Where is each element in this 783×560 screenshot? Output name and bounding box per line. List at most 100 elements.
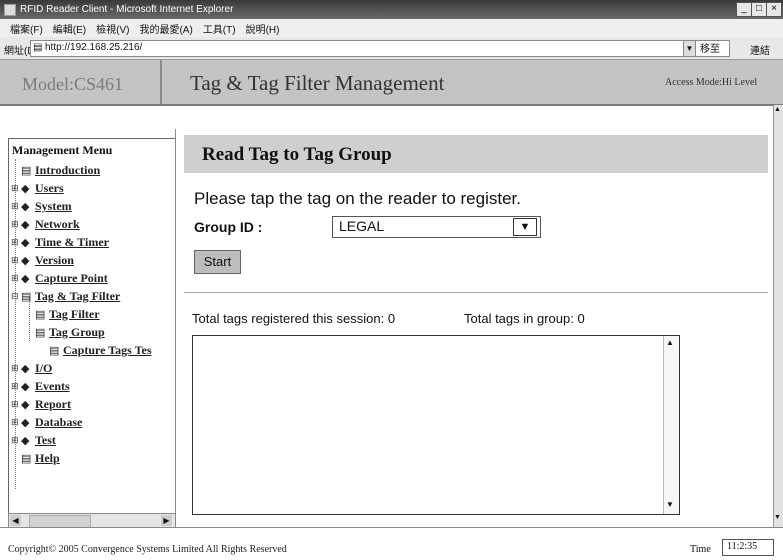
menu-bar: 檔案(F) 編輯(E) 檢視(V) 我的最愛(A) 工具(T) 說明(H) (0, 19, 783, 37)
menu-title: Management Menu (12, 143, 113, 157)
expand-icon[interactable]: ⊞ (11, 417, 19, 428)
sidebar-item-help[interactable]: Help (35, 451, 60, 466)
page-header: Model:CS461 Tag & Tag Filter Management … (0, 60, 783, 106)
address-bar: 網址(D) ▤ http://192.168.25.216/ ▼ 移至 連結 (0, 37, 783, 60)
start-button[interactable]: Start (194, 250, 241, 274)
sidebar-item-version[interactable]: Version (35, 253, 74, 268)
open-folder-icon: ▤ (21, 291, 32, 303)
sidebar-item-introduction[interactable]: Introduction (35, 163, 100, 178)
folder-icon: ◆ (21, 219, 30, 231)
expand-icon[interactable]: ⊞ (11, 399, 19, 410)
time-value: 11:2:35 (727, 541, 758, 552)
menu-file[interactable]: 檔案(F) (10, 21, 43, 36)
expand-icon[interactable]: ⊞ (11, 435, 19, 446)
expand-icon[interactable]: ⊞ (11, 237, 19, 248)
page-vertical-scrollbar[interactable]: ▲ ▼ (773, 105, 783, 527)
page-icon: ▤ (35, 327, 46, 339)
window-title-bar: RFID Reader Client - Microsoft Internet … (0, 0, 783, 19)
folder-icon: ◆ (21, 273, 30, 285)
scroll-up-icon[interactable]: ▲ (666, 338, 674, 347)
model-label: Model:CS461 (22, 74, 124, 94)
address-dropdown-icon[interactable]: ▼ (683, 40, 696, 57)
sidebar-item-system[interactable]: System (35, 199, 72, 214)
access-mode-label: Access Mode:Hi Level (665, 77, 758, 88)
folder-icon: ◆ (21, 417, 30, 429)
sidebar-item-events[interactable]: Events (35, 379, 70, 394)
expand-icon[interactable]: ⊞ (11, 219, 19, 230)
sidebar-item-capture-point[interactable]: Capture Point (35, 271, 108, 286)
menu-edit[interactable]: 編輯(E) (53, 21, 86, 36)
sidebar-item-users[interactable]: Users (35, 181, 64, 196)
sidebar-item-time-timer[interactable]: Time & Timer (35, 235, 109, 250)
sidebar-item-network[interactable]: Network (35, 217, 80, 232)
management-menu: Management Menu ▤ Introduction ⊞ ◆ Users… (8, 138, 177, 515)
scroll-right-icon[interactable]: ▶ (161, 515, 172, 526)
group-id-select[interactable]: LEGAL ▼ (332, 216, 541, 238)
sidebar-item-test[interactable]: Test (35, 433, 56, 448)
main-panel: Read Tag to Tag Group Please tap the tag… (175, 129, 774, 527)
group-id-value: LEGAL (339, 218, 385, 234)
scroll-down-icon[interactable]: ▼ (774, 513, 781, 521)
section-heading: Read Tag to Tag Group (202, 144, 392, 165)
collapse-icon[interactable]: ⊟ (11, 291, 19, 302)
expand-icon[interactable]: ⊞ (11, 381, 19, 392)
page-icon: ▤ (21, 165, 32, 177)
expand-icon[interactable]: ⊞ (11, 363, 19, 374)
expand-icon[interactable]: ⊞ (11, 273, 19, 284)
folder-icon: ◆ (21, 237, 30, 249)
close-button[interactable]: × (766, 2, 782, 17)
expand-icon[interactable]: ⊞ (11, 183, 19, 194)
sidebar-item-report[interactable]: Report (35, 397, 71, 412)
menu-favorites[interactable]: 我的最愛(A) (139, 21, 192, 36)
page-icon: ▤ (21, 453, 32, 465)
time-field: 11:2:35 (722, 539, 774, 556)
dropdown-arrow-icon[interactable]: ▼ (513, 218, 537, 236)
sidebar-item-io[interactable]: I/O (35, 361, 52, 376)
sidebar-item-capture-tags-test[interactable]: Capture Tags Tes (63, 343, 151, 358)
expand-icon[interactable]: ⊞ (11, 255, 19, 266)
go-button[interactable]: 移至 (700, 40, 720, 55)
folder-icon: ◆ (21, 183, 30, 195)
folder-icon: ◆ (21, 435, 30, 447)
tree-line (29, 297, 30, 341)
scroll-left-icon[interactable]: ◀ (10, 515, 21, 526)
log-scrollbar[interactable]: ▲ ▼ (663, 336, 679, 514)
copyright-text: Copyright© 2005 Convergence Systems Limi… (8, 544, 287, 555)
folder-icon: ◆ (21, 201, 30, 213)
ie-icon (4, 3, 16, 16)
group-id-label: Group ID : (194, 219, 263, 235)
menu-tools[interactable]: 工具(T) (203, 21, 236, 36)
sidebar-item-tag-group[interactable]: Tag Group (49, 325, 105, 340)
tag-log-textarea[interactable]: ▲ ▼ (192, 335, 680, 515)
page-title: Tag & Tag Filter Management (190, 71, 445, 95)
window-title: RFID Reader Client - Microsoft Internet … (20, 4, 234, 15)
minimize-button[interactable]: _ (736, 2, 752, 17)
folder-icon: ◆ (21, 255, 30, 267)
sidebar-item-database[interactable]: Database (35, 415, 82, 430)
header-divider (160, 60, 162, 104)
folder-icon: ◆ (21, 381, 30, 393)
footer: Copyright© 2005 Convergence Systems Limi… (0, 527, 783, 560)
folder-icon: ◆ (21, 399, 30, 411)
scroll-up-icon[interactable]: ▲ (774, 105, 781, 113)
page-icon: ▤ (49, 345, 60, 357)
sidebar-item-tag-filter[interactable]: Tag Filter (49, 307, 100, 322)
group-total-text: Total tags in group: 0 (464, 311, 585, 326)
divider (184, 292, 768, 293)
menu-view[interactable]: 檢視(V) (96, 21, 129, 36)
maximize-button[interactable]: □ (751, 2, 767, 17)
scroll-down-icon[interactable]: ▼ (666, 500, 674, 509)
heading-bar: Read Tag to Tag Group (184, 135, 768, 173)
address-url: http://192.168.25.216/ (45, 42, 143, 53)
session-total-text: Total tags registered this session: 0 (192, 311, 396, 326)
expand-icon[interactable]: ⊞ (11, 201, 19, 212)
instruction-text: Please tap the tag on the reader to regi… (194, 189, 521, 208)
links-label[interactable]: 連結 (750, 42, 770, 57)
sidebar-item-tag-tag-filter[interactable]: Tag & Tag Filter (35, 289, 120, 304)
folder-icon: ◆ (21, 363, 30, 375)
address-input[interactable]: ▤ http://192.168.25.216/ (30, 40, 730, 57)
time-label: Time (690, 544, 711, 555)
page-icon: ▤ (33, 42, 43, 53)
menu-help[interactable]: 說明(H) (246, 21, 280, 36)
page-icon: ▤ (35, 309, 46, 321)
